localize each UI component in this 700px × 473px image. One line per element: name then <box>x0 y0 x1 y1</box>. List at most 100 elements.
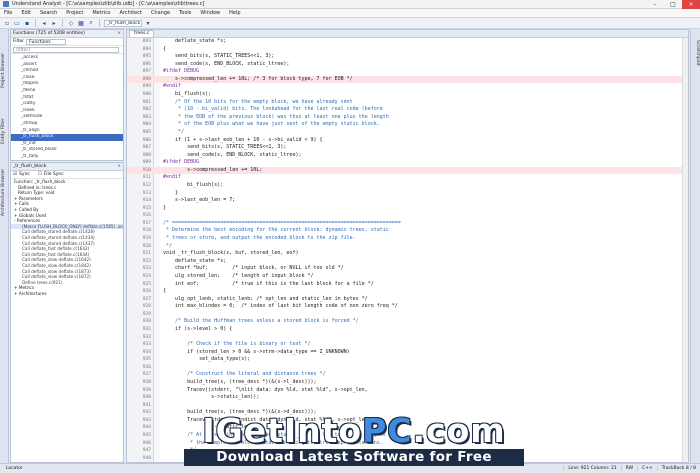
code-line: 899 #endif <box>127 83 688 91</box>
function-list-item[interactable]: _chmod <box>11 68 123 75</box>
code-text: s->last_eob_len = 7; <box>163 197 236 204</box>
function-list-item[interactable]: _close <box>11 75 123 82</box>
code-line: 921 void _tr_flush_block(s, buf, stored_l… <box>127 250 688 258</box>
entity-search-field[interactable]: _tr_flush_block <box>104 19 142 27</box>
code-line: 894 { <box>127 46 688 54</box>
status-locator: Locator <box>6 466 23 471</box>
code-line: 925 int eof; /* true if this is the last… <box>127 281 688 289</box>
vertical-scrollbar[interactable] <box>682 38 688 462</box>
info-tree: Function: _tr_flush_block Defined in: tre… <box>11 179 123 296</box>
function-list-item[interactable]: _setmode <box>11 114 123 121</box>
menu-item-architect[interactable]: Architect <box>120 10 142 16</box>
status-mode: RW <box>620 466 637 471</box>
function-list-item[interactable]: _tr_align <box>11 128 123 135</box>
maximize-button[interactable]: □ <box>664 0 682 9</box>
filter-input[interactable]: (filter) <box>13 46 119 53</box>
open-folder-icon[interactable]: ▭ <box>13 19 21 27</box>
code-text: { <box>163 288 167 295</box>
code-text: */ <box>163 447 197 454</box>
function-list-item[interactable]: _lseek <box>11 108 123 115</box>
code-line: 930 /* Build the Huffman trees unless a … <box>127 318 688 326</box>
code-line: 920 */ <box>127 243 688 251</box>
code-line: 901 /* Of the 10 bits for the empty bloc… <box>127 99 688 107</box>
line-number: 917 <box>142 220 151 226</box>
menu-item-help[interactable]: Help <box>229 10 240 16</box>
function-list-item[interactable]: _tr_stored_block <box>11 147 123 154</box>
code-lines: 893 deflate_state *s; 894{895 send_bits(s… <box>127 38 688 462</box>
code-text: Tracev((stderr, "\nlit data: dyn %ld, st… <box>163 386 368 393</box>
function-list-item[interactable]: _fileno <box>11 88 123 95</box>
line-number: 931 <box>142 326 151 332</box>
code-text: s->compressed_len += 10L; /* 3 for block… <box>163 75 353 82</box>
rail-tab-architecture-browser[interactable]: Architecture Browser <box>1 157 8 227</box>
function-list-item[interactable]: _fstat <box>11 95 123 102</box>
function-list-item[interactable]: _tr_flush_block <box>11 134 123 141</box>
functions-panel-header: Functions (725 of 5208 entities) × <box>11 30 123 38</box>
graph-icon[interactable]: ◇ <box>67 19 75 27</box>
code-text: */ <box>163 242 173 249</box>
menu-item-file[interactable]: File <box>4 10 12 16</box>
menu-item-search[interactable]: Search <box>40 10 57 16</box>
menu-item-tools[interactable]: Tools <box>179 10 191 16</box>
metrics-icon[interactable]: ▦ <box>77 19 85 27</box>
functions-panel: Functions (725 of 5208 entities) × Filte… <box>10 29 124 161</box>
code-line: 942 build_tree(s, (tree_desc *)(&(s->d_d… <box>127 409 688 417</box>
back-icon[interactable]: ◂ <box>40 19 48 27</box>
file-sync-checkbox[interactable]: ☐ <box>38 172 42 177</box>
function-list-item[interactable]: _isatty <box>11 101 123 108</box>
code-line: 905 */ <box>127 129 688 137</box>
code-line: 898 s->compressed_len += 10L; /* 3 for b… <box>127 75 688 84</box>
function-list-item[interactable]: _strdup <box>11 121 123 128</box>
menu-bar: File Edit Search Project Metrics Architect Cha… <box>0 9 700 18</box>
code-line: 937 /* Construct the literal and distanc… <box>127 371 688 379</box>
function-list-item[interactable]: _tr_tally <box>11 154 123 161</box>
close-icon[interactable]: × <box>117 30 123 37</box>
code-line: 904 * of the EOB plus what we have just … <box>127 121 688 129</box>
line-number: 942 <box>142 410 151 416</box>
function-list-item[interactable]: _assert <box>11 62 123 69</box>
rail-tab-project-browser[interactable]: Project Browser <box>1 35 8 105</box>
close-button[interactable]: × <box>682 0 700 9</box>
toolbar-separator <box>35 19 36 27</box>
code-line: 910 s->compressed_len += 10L; <box>127 166 688 175</box>
forward-icon[interactable]: ▸ <box>50 19 58 27</box>
menu-item-window[interactable]: Window <box>200 10 220 16</box>
search-go-icon[interactable]: ▾ <box>144 19 152 27</box>
line-number: 934 <box>142 349 151 355</box>
menu-item-edit[interactable]: Edit <box>21 10 31 16</box>
close-icon[interactable]: × <box>117 163 123 170</box>
menu-item-change[interactable]: Change <box>151 10 170 16</box>
code-line: 896 send_code(s, END_BLOCK, static_ltree… <box>127 61 688 69</box>
function-list-item[interactable]: _access <box>11 55 123 62</box>
function-list-item[interactable]: _fdopen <box>11 81 123 88</box>
menu-item-project[interactable]: Project <box>66 10 83 16</box>
line-number: 946 <box>142 440 151 446</box>
right-rail: Scratchpad <box>690 29 700 463</box>
code-text: if (s->level > 0) { <box>163 325 233 332</box>
line-number: 903 <box>142 114 151 120</box>
line-number: 921 <box>142 251 151 257</box>
code-text: int eof; /* true if this is the last blo… <box>163 280 374 287</box>
new-file-icon[interactable]: ▫ <box>3 19 11 27</box>
entity-kind-select[interactable]: Functions <box>26 38 67 45</box>
code-text: #ifdef DEBUG <box>163 159 200 166</box>
code-text: send_code(s, END_BLOCK, static_ltree); <box>163 151 302 158</box>
code-text: } <box>163 204 167 211</box>
rail-tab-entity-filter[interactable]: Entity Filter <box>1 109 8 153</box>
function-list-item[interactable]: _tr_init <box>11 141 123 148</box>
code-text: send_bits(s, STATIC_TREES<<1, 3); <box>163 53 275 60</box>
save-icon[interactable]: ▪ <box>23 19 31 27</box>
code-text: /* Of the 10 bits for the empty block, w… <box>163 98 353 105</box>
info-tree-row[interactable]: + Architectures <box>11 291 123 297</box>
toolbar-separator <box>99 19 100 27</box>
line-number: 929 <box>142 311 151 317</box>
sync-checkbox[interactable]: ☑ <box>13 172 17 177</box>
editor-body[interactable]: 893 deflate_state *s; 894{895 send_bits(s… <box>127 38 688 462</box>
line-number: 904 <box>142 122 151 128</box>
editor-tab-trees-c[interactable]: trees.c <box>129 30 155 37</box>
minimize-button[interactable]: – <box>646 0 664 9</box>
menu-item-metrics[interactable]: Metrics <box>92 10 110 16</box>
code-text: s->compressed_len += 10L; <box>163 166 263 173</box>
find-icon[interactable]: ⌕ <box>87 19 95 27</box>
rail-tab-scratchpad[interactable]: Scratchpad <box>693 33 700 73</box>
